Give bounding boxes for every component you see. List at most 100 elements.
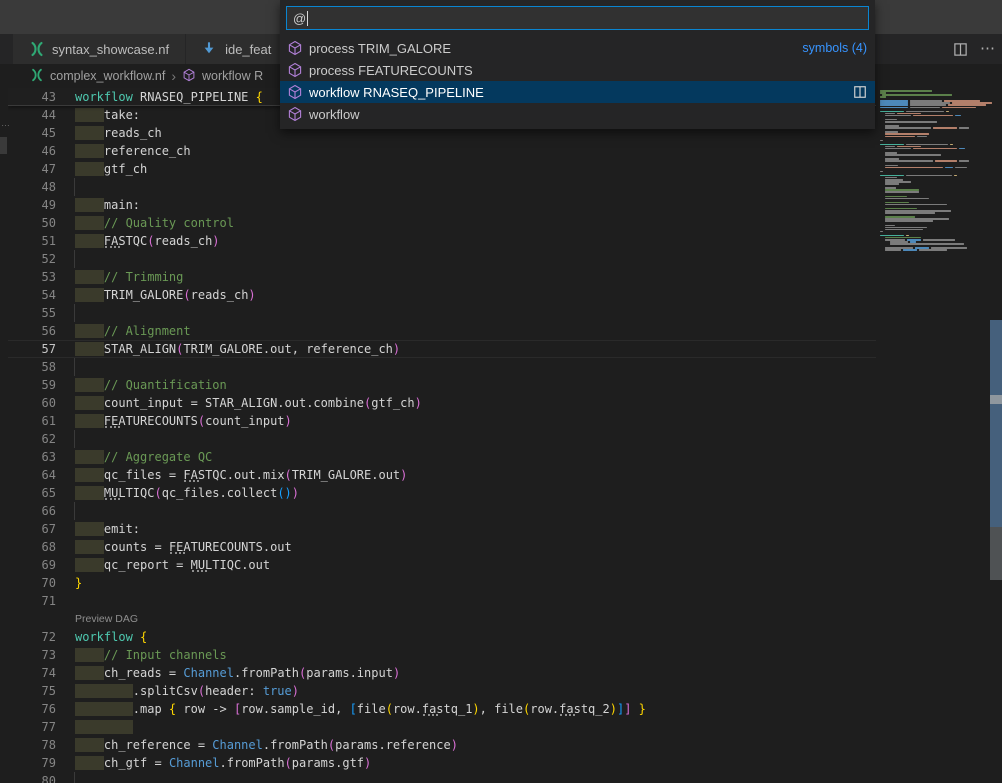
gutter-gap	[56, 250, 75, 268]
code-line-64[interactable]: 64 qc_files = FASTQC.out.mix(TRIM_GALORE…	[8, 466, 876, 484]
code-line-80[interactable]: 80	[8, 772, 876, 783]
code-line-57[interactable]: 57 STAR_ALIGN(TRIM_GALORE.out, reference…	[8, 340, 876, 358]
code-line-54[interactable]: 54 TRIM_GALORE(reads_ch)	[8, 286, 876, 304]
line-number: 69	[8, 556, 56, 574]
breadcrumb-symbol[interactable]: workflow R	[202, 69, 263, 83]
code-line-78[interactable]: 78 ch_reference = Channel.fromPath(param…	[8, 736, 876, 754]
gutter-gap	[56, 466, 75, 484]
code-line-71[interactable]: 71	[8, 592, 876, 610]
code-line-49[interactable]: 49 main:	[8, 196, 876, 214]
line-number: 55	[8, 304, 56, 322]
minimap-row	[885, 121, 937, 123]
minimap-row	[885, 127, 969, 129]
code-text: reads_ch	[75, 124, 162, 142]
code-line-77[interactable]: 77	[8, 718, 876, 736]
gutter-gap	[56, 142, 75, 160]
line-number: 62	[8, 430, 56, 448]
scrollbar-slider[interactable]	[990, 320, 1002, 527]
quickpick-input[interactable]: @	[286, 6, 869, 30]
gutter-gap	[56, 286, 75, 304]
code-line-50[interactable]: 50 // Quality control	[8, 214, 876, 232]
code-line-76[interactable]: 76 .map { row -> [row.sample_id, [file(r…	[8, 700, 876, 718]
tab-syntax_showcase.nf[interactable]: syntax_showcase.nf	[13, 34, 185, 64]
quickpick-item-workflow-entry-[interactable]: workflow	[280, 103, 875, 125]
minimap-row	[885, 148, 965, 150]
text-caret	[307, 11, 308, 26]
code-line-66[interactable]: 66	[8, 502, 876, 520]
code-text: // Alignment	[75, 322, 191, 340]
split-editor-button[interactable]	[953, 42, 968, 57]
code-line-63[interactable]: 63 // Aggregate QC	[8, 448, 876, 466]
indent-guide	[74, 304, 75, 322]
minimap-row	[890, 243, 964, 245]
gutter-gap	[56, 88, 75, 105]
indent-guide	[74, 502, 75, 520]
gutter-gap	[56, 232, 75, 250]
line-number: 54	[8, 286, 56, 304]
code-line-67[interactable]: 67 emit:	[8, 520, 876, 538]
minimap[interactable]	[878, 88, 986, 783]
minimap-row	[880, 107, 976, 109]
code-text: FEATURECOUNTS(count_input)	[75, 412, 292, 430]
minimap-row	[885, 204, 947, 206]
code-line-53[interactable]: 53 // Trimming	[8, 268, 876, 286]
code-line-79[interactable]: 79 ch_gtf = Channel.fromPath(params.gtf)	[8, 754, 876, 772]
code-line-60[interactable]: 60 count_input = STAR_ALIGN.out.combine(…	[8, 394, 876, 412]
split-editor-icon[interactable]	[853, 85, 867, 99]
code-line-48[interactable]: 48	[8, 178, 876, 196]
tabbar-leading-space	[0, 34, 13, 64]
code-line-58[interactable]: 58	[8, 358, 876, 376]
minimap-row	[885, 160, 969, 162]
minimap-row	[885, 229, 923, 231]
quickpick-item-process-featurecounts[interactable]: process FEATURECOUNTS	[280, 59, 875, 81]
code-line-69[interactable]: 69 qc_report = MULTIQC.out	[8, 556, 876, 574]
quickpick-item-process-trim_galore[interactable]: process TRIM_GALOREsymbols (4)	[280, 37, 875, 59]
minimap-row	[880, 231, 883, 233]
code-line-73[interactable]: 73 // Input channels	[8, 646, 876, 664]
code-line-51[interactable]: 51 FASTQC(reads_ch)	[8, 232, 876, 250]
gutter-gap	[56, 736, 75, 754]
code-line-47[interactable]: 47 gtf_ch	[8, 160, 876, 178]
quickpick-item-workflow-rnaseq_pipeline[interactable]: workflow RNASEQ_PIPELINE	[280, 81, 875, 103]
more-actions-button[interactable]: ⋯	[980, 34, 996, 64]
line-number: 44	[8, 106, 56, 124]
minimap-row	[885, 220, 933, 222]
code-editor[interactable]: 43workflow RNASEQ_PIPELINE {44 take:45 r…	[8, 88, 876, 783]
code-text: workflow {	[75, 628, 147, 646]
code-line-59[interactable]: 59 // Quantification	[8, 376, 876, 394]
code-text: reference_ch	[75, 142, 191, 160]
tab-ide_feat[interactable]: ide_feat	[186, 34, 287, 64]
breadcrumb-file[interactable]: complex_workflow.nf	[50, 69, 165, 83]
code-line-46[interactable]: 46 reference_ch	[8, 142, 876, 160]
code-line-72[interactable]: 72workflow {	[8, 628, 876, 646]
code-line-62[interactable]: 62	[8, 430, 876, 448]
line-number: 75	[8, 682, 56, 700]
line-number: 63	[8, 448, 56, 466]
code-line-52[interactable]: 52	[8, 250, 876, 268]
line-number: 52	[8, 250, 56, 268]
scrollbar-slider-tail[interactable]	[990, 527, 1002, 580]
symbol-cube-icon	[287, 62, 303, 78]
code-line-70[interactable]: 70}	[8, 574, 876, 592]
gutter-gap	[56, 664, 75, 682]
code-line-55[interactable]: 55	[8, 304, 876, 322]
editor-scrollbar[interactable]	[990, 88, 1002, 783]
code-line-61[interactable]: 61 FEATURECOUNTS(count_input)	[8, 412, 876, 430]
line-number: 59	[8, 376, 56, 394]
codelens-preview-dag[interactable]: Preview DAG	[8, 610, 876, 628]
line-number: 79	[8, 754, 56, 772]
gutter-gap	[56, 592, 75, 610]
code-line-65[interactable]: 65 MULTIQC(qc_files.collect())	[8, 484, 876, 502]
code-line-56[interactable]: 56 // Alignment	[8, 322, 876, 340]
gutter-gap	[56, 106, 75, 124]
gutter-gap	[56, 772, 75, 783]
code-line-74[interactable]: 74 ch_reads = Channel.fromPath(params.in…	[8, 664, 876, 682]
line-number: 71	[8, 592, 56, 610]
line-number: 66	[8, 502, 56, 520]
code-line-75[interactable]: 75 .splitCsv(header: true)	[8, 682, 876, 700]
quickpick-query: @	[293, 11, 306, 26]
code-line-68[interactable]: 68 counts = FEATURECOUNTS.out	[8, 538, 876, 556]
line-number: 80	[8, 772, 56, 783]
line-number: 48	[8, 178, 56, 196]
line-number: 67	[8, 520, 56, 538]
